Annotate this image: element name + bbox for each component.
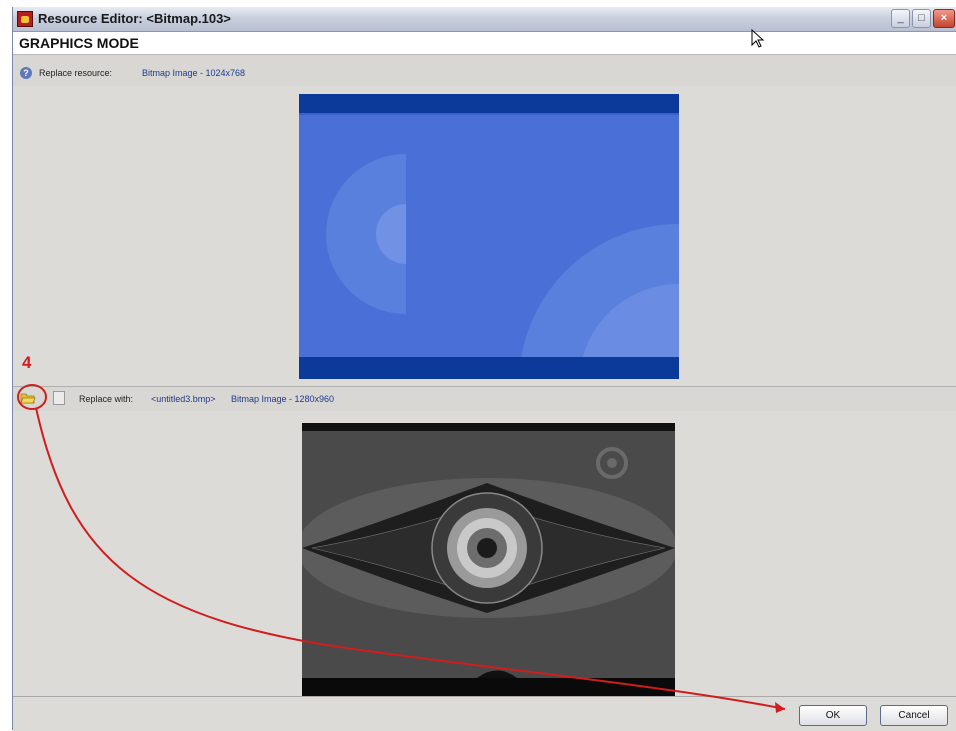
folder-open-icon[interactable]	[20, 391, 36, 405]
cancel-button[interactable]: Cancel	[880, 705, 948, 726]
title-bar[interactable]: Resource Editor: <Bitmap.103> _ □ ×	[13, 7, 956, 32]
copy-icon[interactable]	[53, 391, 65, 405]
minimize-button[interactable]: _	[891, 9, 910, 28]
replacement-bitmap-preview	[302, 423, 675, 701]
dialog-button-bar: OK Cancel	[13, 696, 956, 731]
ok-button[interactable]: OK	[799, 705, 867, 726]
close-button[interactable]: ×	[933, 9, 955, 28]
replace-resource-label: Replace resource:	[39, 68, 113, 78]
replacement-preview-pane	[13, 411, 956, 701]
replace-with-filename: <untitled3.bmp>	[151, 394, 216, 404]
mode-bar: GRAPHICS MODE	[13, 32, 956, 55]
mouse-cursor-icon	[751, 29, 765, 48]
replace-with-value: Bitmap Image - 1280x960	[231, 394, 335, 404]
app-icon	[17, 11, 33, 27]
original-bitmap-preview	[299, 94, 679, 379]
replace-resource-value: Bitmap Image - 1024x768	[142, 68, 246, 78]
original-preview-pane	[13, 86, 956, 386]
window-title: Resource Editor: <Bitmap.103>	[38, 11, 231, 26]
maximize-button[interactable]: □	[912, 9, 931, 28]
maximize-icon: □	[918, 12, 925, 24]
close-icon: ×	[940, 12, 948, 24]
minimize-icon: _	[897, 12, 904, 24]
graphics-mode-label: GRAPHICS MODE	[19, 35, 139, 51]
resource-editor-window: Resource Editor: <Bitmap.103> _ □ × GRAP…	[12, 7, 956, 731]
replace-with-label: Replace with:	[79, 394, 134, 404]
help-icon[interactable]: ?	[20, 67, 32, 79]
replace-resource-row: ? Replace resource: Bitmap Image - 1024x…	[13, 63, 956, 85]
replace-with-row: Replace with: <untitled3.bmp> Bitmap Ima…	[13, 386, 956, 412]
